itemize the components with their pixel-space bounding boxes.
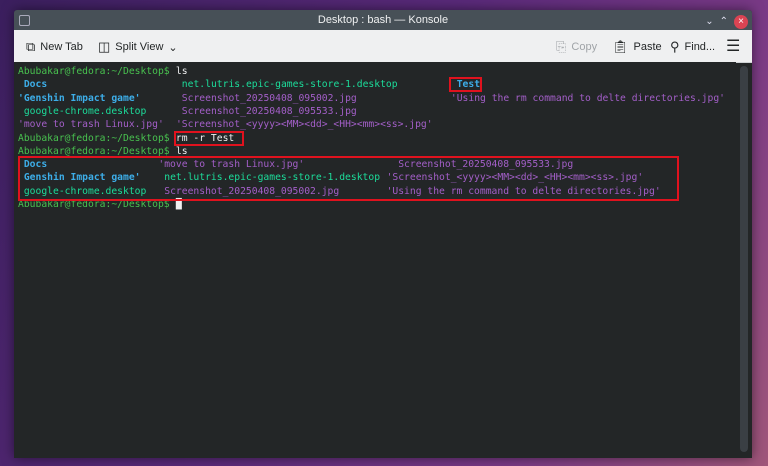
new-tab-label: New Tab xyxy=(40,41,83,53)
split-view-button[interactable]: ◫ Split View ⌄ xyxy=(98,39,178,55)
highlight-test-box xyxy=(449,77,482,92)
konsole-app-icon xyxy=(19,15,30,26)
terminal-line: google-chrome.desktop Screenshot_20250408… xyxy=(18,106,738,119)
shell-prompt: Abubakar@fedora:~/Desktop$ xyxy=(18,66,170,77)
konsole-window: Desktop : bash — Konsole ⌄ ⌃ × ⧉ New Tab… xyxy=(14,10,752,458)
highlight-command-box xyxy=(174,131,244,146)
terminal-text: google-chrome.desktop xyxy=(18,105,147,117)
new-tab-button[interactable]: ⧉ New Tab xyxy=(26,39,83,55)
new-tab-icon: ⧉ xyxy=(26,39,36,54)
window-title: Desktop : bash — Konsole xyxy=(317,14,449,26)
terminal-line: Abubakar@fedora:~/Desktop$ rm -r Test xyxy=(18,133,738,146)
paste-button[interactable]: 📋︎ Paste xyxy=(612,39,662,55)
terminal-text: net.lutris.epic-games-store-1.desktop xyxy=(181,79,398,91)
terminal-text: Screenshot_20250408_095002.jpg xyxy=(181,92,357,104)
title-bar: Desktop : bash — Konsole ⌄ ⌃ × xyxy=(14,10,752,30)
terminal-line: 'move to trash Linux.jpg' 'Screenshot_<yy… xyxy=(18,119,738,132)
terminal-text: Screenshot_20250408_095533.jpg xyxy=(181,105,357,117)
terminal-text: 'Genshin Impact game' xyxy=(18,92,141,104)
shell-prompt: Abubakar@fedora:~/Desktop$ xyxy=(18,132,170,144)
hamburger-menu-icon[interactable]: ☰ xyxy=(726,36,740,56)
search-icon: ⚲ xyxy=(670,39,680,54)
minimize-icon[interactable]: ⌄ xyxy=(705,12,713,32)
close-icon[interactable]: × xyxy=(734,15,748,29)
find-button[interactable]: ⚲ Find... xyxy=(670,39,715,55)
terminal-text: Docs xyxy=(18,79,48,91)
copy-button[interactable]: ⎘ Copy xyxy=(556,39,597,55)
terminal-line: Docs net.lutris.epic-games-store-1.deskto… xyxy=(18,79,738,92)
find-label: Find... xyxy=(684,41,716,53)
maximize-icon[interactable]: ⌃ xyxy=(720,12,728,32)
terminal-text: 'Screenshot_<yyyy><MM><dd>_<HH><mm><ss>.… xyxy=(175,119,433,131)
copy-icon: ⎘ xyxy=(556,39,567,54)
split-view-label: Split View xyxy=(115,41,164,53)
chevron-down-icon: ⌄ xyxy=(168,41,178,54)
terminal-line: 'Genshin Impact game' Screenshot_20250408… xyxy=(18,93,738,106)
paste-label: Paste xyxy=(633,41,662,53)
split-view-icon: ◫ xyxy=(98,39,111,54)
toolbar: ⧉ New Tab ◫ Split View ⌄ ⎘ Copy 📋︎ Paste… xyxy=(14,30,752,63)
terminal-text: 'Using the rm command to delte directori… xyxy=(450,92,726,104)
copy-label: Copy xyxy=(571,41,598,53)
highlight-ls-output-box xyxy=(18,156,679,201)
terminal-text: 'move to trash Linux.jpg' xyxy=(18,119,164,131)
scrollbar[interactable] xyxy=(740,66,748,452)
terminal-output[interactable]: Abubakar@fedora:~/Desktop$ ls Docs net.lu… xyxy=(14,62,736,458)
terminal-text: ls xyxy=(170,66,188,77)
terminal-line: Abubakar@fedora:~/Desktop$ ls xyxy=(18,66,738,79)
paste-icon: 📋︎ xyxy=(612,39,629,54)
